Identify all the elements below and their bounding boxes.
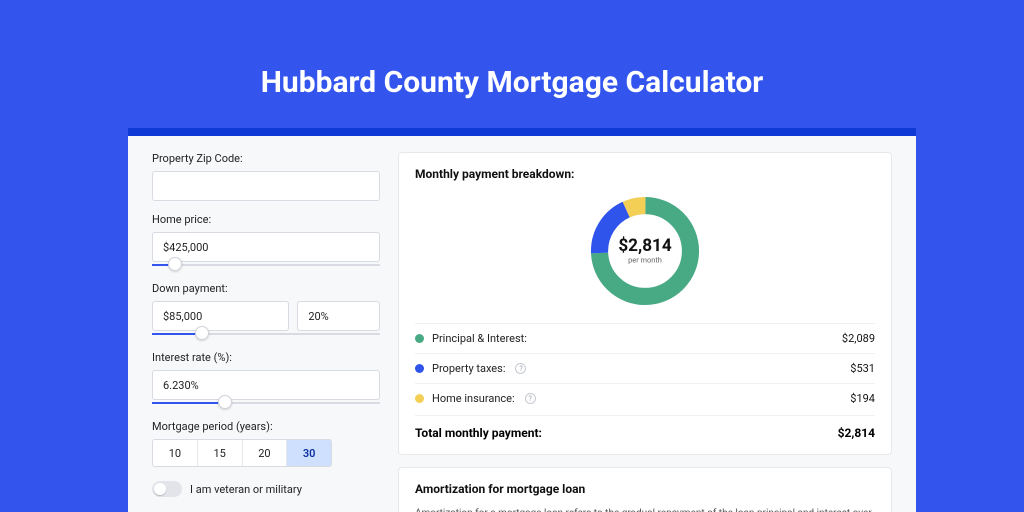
legend-value: $531 — [850, 362, 875, 375]
period-option-30[interactable]: 30 — [287, 440, 331, 466]
dot-icon — [415, 334, 424, 343]
home-price-label: Home price: — [152, 213, 380, 226]
info-icon[interactable]: ? — [525, 393, 536, 404]
veteran-label: I am veteran or military — [190, 483, 302, 496]
period-option-20[interactable]: 20 — [243, 440, 288, 466]
dot-icon — [415, 364, 424, 373]
down-payment-pct-input[interactable] — [297, 301, 380, 331]
results-column: Monthly payment breakdown: $2,814 per mo… — [388, 136, 916, 512]
interest-slider[interactable] — [152, 398, 380, 408]
legend-row-principal: Principal & Interest: $2,089 — [415, 323, 875, 353]
total-row: Total monthly payment: $2,814 — [415, 415, 875, 440]
legend-value: $2,089 — [842, 332, 875, 345]
info-icon[interactable]: ? — [515, 363, 526, 374]
legend-row-insurance: Home insurance: ? $194 — [415, 383, 875, 413]
input-form: Property Zip Code: Home price: Down paym… — [128, 136, 388, 512]
legend-value: $194 — [850, 392, 875, 405]
veteran-toggle[interactable] — [152, 481, 182, 497]
zip-group: Property Zip Code: — [152, 152, 380, 201]
dot-icon — [415, 394, 424, 403]
home-price-group: Home price: — [152, 213, 380, 270]
breakdown-card: Monthly payment breakdown: $2,814 per mo… — [398, 152, 892, 455]
period-options: 10 15 20 30 — [152, 439, 332, 467]
app-root: Hubbard County Mortgage Calculator Prope… — [0, 0, 1024, 512]
legend-label: Property taxes: — [432, 362, 505, 375]
home-price-input[interactable] — [152, 232, 380, 262]
donut-chart: $2,814 per month — [415, 191, 875, 311]
legend-label: Home insurance: — [432, 392, 515, 405]
period-option-15[interactable]: 15 — [198, 440, 243, 466]
period-group: Mortgage period (years): 10 15 20 30 — [152, 420, 380, 467]
total-value: $2,814 — [838, 426, 875, 440]
breakdown-header: Monthly payment breakdown: — [415, 167, 875, 181]
legend-label: Principal & Interest: — [432, 332, 527, 345]
amortization-header: Amortization for mortgage loan — [415, 482, 875, 496]
down-payment-amount-input[interactable] — [152, 301, 289, 331]
zip-input[interactable] — [152, 171, 380, 201]
amortization-body: Amortization for a mortgage loan refers … — [415, 506, 875, 512]
down-payment-slider[interactable] — [152, 329, 380, 339]
interest-input[interactable] — [152, 370, 380, 400]
page-title: Hubbard County Mortgage Calculator — [0, 0, 1024, 100]
down-payment-group: Down payment: — [152, 282, 380, 339]
interest-label: Interest rate (%): — [152, 351, 380, 364]
legend-row-taxes: Property taxes: ? $531 — [415, 353, 875, 383]
total-label: Total monthly payment: — [415, 426, 542, 440]
down-payment-label: Down payment: — [152, 282, 380, 295]
donut-center-sub: per month — [628, 255, 662, 264]
home-price-slider[interactable] — [152, 260, 380, 270]
period-option-10[interactable]: 10 — [153, 440, 198, 466]
veteran-row: I am veteran or military — [152, 481, 380, 497]
calculator-panel: Property Zip Code: Home price: Down paym… — [128, 128, 916, 512]
period-label: Mortgage period (years): — [152, 420, 380, 433]
zip-label: Property Zip Code: — [152, 152, 380, 165]
donut-center-value: $2,814 — [618, 236, 672, 256]
interest-group: Interest rate (%): — [152, 351, 380, 408]
donut-svg: $2,814 per month — [585, 191, 705, 311]
amortization-card: Amortization for mortgage loan Amortizat… — [398, 467, 892, 512]
